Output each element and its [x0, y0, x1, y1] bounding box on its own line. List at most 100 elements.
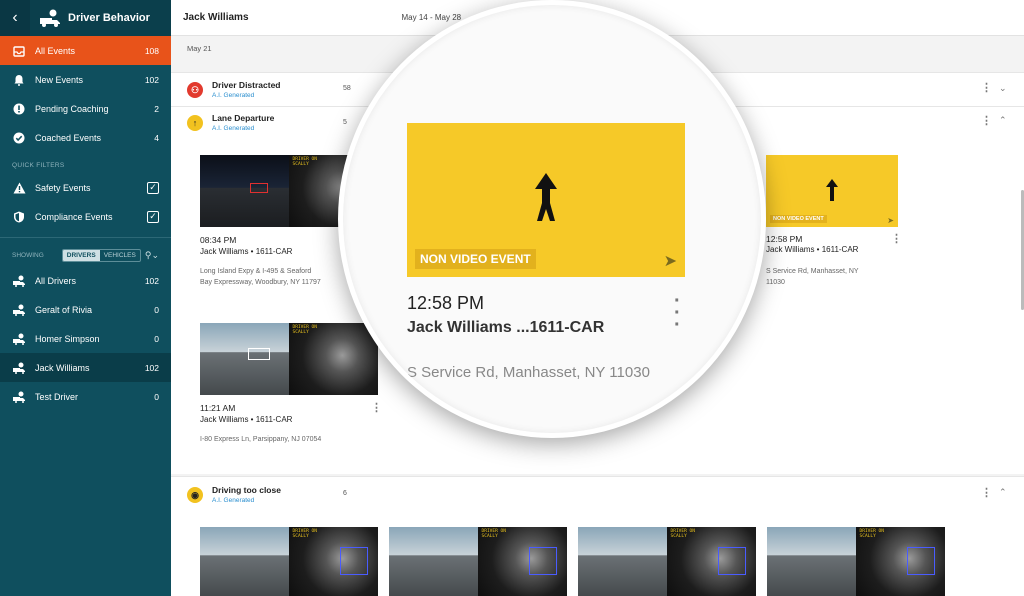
lane-departure-icon: ↑	[187, 115, 203, 131]
sidebar-item-label: New Events	[35, 74, 84, 85]
driver-icon	[12, 332, 26, 346]
sidebar-driver-all[interactable]: All Drivers 102	[0, 266, 171, 295]
group-count: 6	[343, 490, 347, 497]
sidebar-item-new-events[interactable]: New Events 102	[0, 65, 171, 94]
drivers-vehicles-toggle[interactable]: DRIVERS VEHICLES	[61, 248, 141, 262]
more-options-icon[interactable]: ⋮	[981, 116, 992, 127]
group-count: 58	[343, 85, 351, 92]
check-circle-icon	[12, 131, 26, 145]
page-title: Jack Williams	[183, 12, 249, 23]
non-video-event-thumbnail[interactable]: NON VIDEO EVENT ➤	[766, 155, 898, 227]
sidebar-item-all-events[interactable]: All Events 108	[0, 36, 171, 65]
chevron-up-icon[interactable]: ⌃	[999, 487, 1007, 498]
sidebar-driver-homer[interactable]: Homer Simpson 0	[0, 324, 171, 353]
road-camera	[200, 527, 289, 596]
divider	[0, 237, 171, 238]
compliance-events-checkbox[interactable]: ✓	[147, 210, 159, 223]
toggle-drivers[interactable]: DRIVERS	[62, 249, 100, 261]
toggle-vehicles[interactable]: VEHICLES	[100, 250, 140, 261]
driver-count: 102	[144, 362, 159, 373]
chevron-up-icon[interactable]: ⌃	[999, 115, 1007, 126]
event-thumbnail[interactable]: DRIVER ON SCALLY	[200, 323, 378, 395]
sidebar-item-label: All Events	[35, 45, 76, 56]
sidebar-item-label: Pending Coaching	[35, 103, 109, 114]
event-location-large: S Service Rd, Manhasset, NY 11030	[407, 364, 650, 381]
truck-driver-icon	[40, 9, 60, 27]
filter-compliance-events[interactable]: Compliance Events ✓	[0, 202, 171, 231]
card-more-options-icon[interactable]: ⋮	[891, 234, 902, 245]
camera-tag: DRIVER ON SCALLY	[292, 157, 317, 167]
lane-merge-arrow-icon	[535, 173, 557, 221]
event-location: Long Island Expy & I-495 & Seaford	[200, 268, 312, 275]
sidebar-item-pending-coaching[interactable]: Pending Coaching 2	[0, 94, 171, 123]
date-range-picker[interactable]: May 14 - May 28	[402, 13, 462, 22]
more-options-icon[interactable]: · · ·	[674, 291, 681, 335]
event-vehicle: Jack Williams • 1611-CAR	[766, 245, 859, 254]
face-box	[529, 547, 557, 575]
more-options-icon[interactable]: ⋮	[981, 83, 992, 94]
driver-icon	[12, 390, 26, 404]
event-thumbnail[interactable]: DRIVER ON SCALLY	[578, 527, 756, 596]
road-camera	[200, 155, 289, 227]
non-video-event-thumbnail-large[interactable]: NON VIDEO EVENT ➤	[407, 123, 685, 277]
sidebar-driver-test[interactable]: Test Driver 0	[0, 382, 171, 411]
sidebar-driver-jack[interactable]: Jack Williams 102	[0, 353, 171, 382]
sidebar-item-count: 102	[144, 74, 159, 85]
sidebar-item-label: Coached Events	[35, 132, 102, 143]
filter-label: Compliance Events	[35, 211, 113, 222]
event-location: 11030	[766, 279, 785, 286]
event-location: I-80 Express Ln, Parsippany, NJ 07054	[200, 436, 322, 443]
detection-box	[250, 183, 268, 193]
group-title: Driver Distracted	[212, 80, 281, 90]
non-video-label: NON VIDEO EVENT	[415, 249, 536, 269]
following-distance-icon: ◉	[187, 487, 203, 503]
event-location: S Service Rd, Manhasset, NY	[766, 268, 859, 275]
group-subtitle: A.I. Generated	[212, 125, 255, 132]
safety-events-checkbox[interactable]: ✓	[147, 181, 159, 194]
event-time-large: 12:58 PM	[407, 293, 485, 313]
driver-count: 0	[154, 304, 159, 315]
shield-icon	[12, 210, 26, 224]
driver-count: 102	[144, 275, 159, 286]
driver-icon	[12, 303, 26, 317]
filter-label: Safety Events	[35, 182, 91, 193]
group-title: Driving too close	[212, 485, 281, 495]
group-count: 5	[343, 119, 347, 126]
showing-label: SHOWING	[12, 251, 44, 259]
event-vehicle: Jack Williams • 1611-CAR	[200, 247, 293, 256]
cursor-icon: ➤	[663, 253, 677, 270]
event-thumbnail[interactable]: DRIVER ON SCALLY	[767, 527, 945, 596]
event-time: 08:34 PM	[200, 235, 237, 245]
driver-icon	[12, 274, 26, 288]
event-time: 12:58 PM	[766, 234, 803, 244]
sidebar-driver-geralt[interactable]: Geralt of Rivia 0	[0, 295, 171, 324]
sidebar-item-coached-events[interactable]: Coached Events 4	[0, 123, 171, 152]
back-arrow-icon[interactable]: ‹	[0, 0, 30, 36]
driver-count: 0	[154, 333, 159, 344]
card-more-options-icon[interactable]: ⋮	[371, 403, 382, 414]
road-camera	[389, 527, 478, 596]
distracted-icon: ⚇	[187, 82, 203, 98]
sidebar-header: ‹ Driver Behavior	[0, 0, 171, 36]
sidebar-item-count: 108	[144, 45, 159, 56]
chevron-down-icon[interactable]: ⌄	[999, 83, 1007, 94]
road-camera	[767, 527, 856, 596]
group-subtitle: A.I. Generated	[212, 92, 255, 99]
search-icon[interactable]: ⚲⌄	[145, 250, 159, 261]
driver-label: Jack Williams	[35, 362, 90, 373]
event-vehicle: Jack Williams • 1611-CAR	[200, 415, 293, 424]
event-vehicle-large: Jack Williams ...1611-CAR	[407, 319, 605, 336]
event-time: 11:21 AM	[200, 403, 236, 413]
group-driving-too-close: ◉ Driving too close A.I. Generated 6 ⋮ ⌃…	[171, 476, 1024, 596]
magnifier-lens: NON VIDEO EVENT ➤ 12:58 PM Jack Williams…	[338, 0, 766, 438]
event-thumbnail[interactable]: DRIVER ON SCALLY	[389, 527, 567, 596]
filter-safety-events[interactable]: Safety Events ✓	[0, 173, 171, 202]
quick-filters-heading: QUICK FILTERS	[12, 162, 65, 169]
group-title: Lane Departure	[212, 113, 275, 123]
camera-tag: DRIVER ON SCALLY	[292, 325, 317, 335]
driver-count: 0	[154, 391, 159, 402]
inbox-icon	[12, 44, 26, 58]
detection-box	[248, 348, 270, 360]
event-thumbnail[interactable]: DRIVER ON SCALLY	[200, 527, 378, 596]
more-options-icon[interactable]: ⋮	[981, 488, 992, 499]
